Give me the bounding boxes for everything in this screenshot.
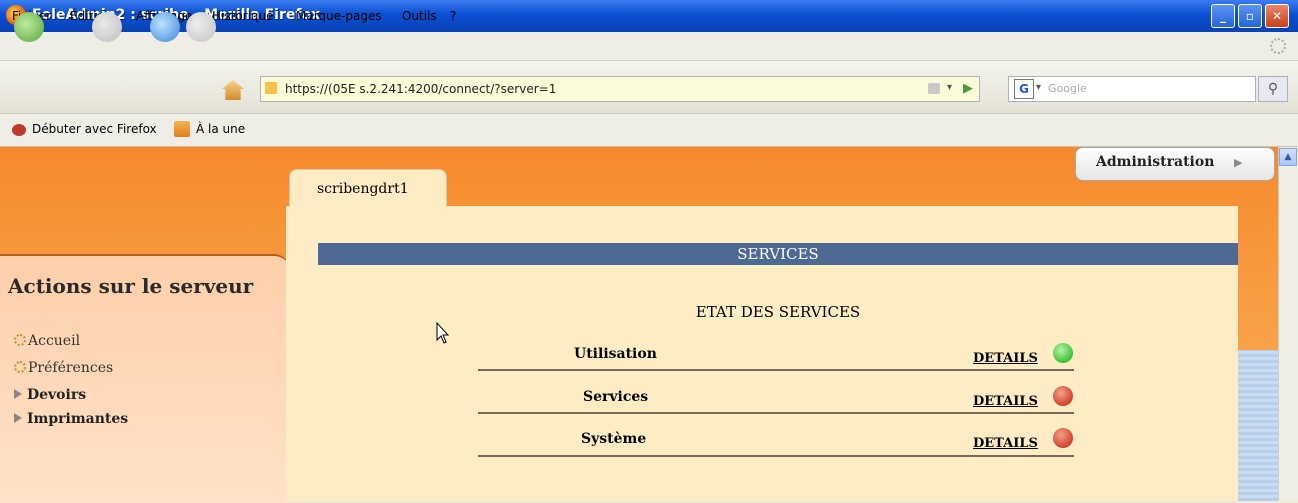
chevron-right-icon: ▶ [1234, 156, 1243, 169]
sidebar-section-label: Devoirs [27, 387, 87, 403]
gear-icon [14, 361, 26, 373]
bookmark-debuter[interactable]: Débuter avec Firefox [32, 122, 157, 136]
close-button[interactable]: ✕ [1265, 4, 1289, 28]
search-magnifier-icon[interactable]: ⚲ [1258, 76, 1288, 102]
url-text: https://(05E s.2.241:4200/connect/?serve… [285, 82, 557, 96]
rss-icon [174, 121, 190, 137]
bookmark-a-la-une[interactable]: À la une [196, 122, 245, 136]
details-link[interactable]: DETAILS [973, 394, 1038, 409]
gear-icon [14, 334, 26, 346]
services-subtitle: ETAT DES SERVICES [695, 303, 861, 321]
search-placeholder: Google [1048, 82, 1087, 95]
details-link[interactable]: DETAILS [973, 436, 1038, 451]
engine-dropdown-icon[interactable]: ▾ [1036, 82, 1041, 93]
forward-arrow-icon[interactable] [92, 12, 122, 42]
services-title: SERVICES [737, 245, 819, 263]
sidebar-item-label: Préférences [28, 360, 114, 376]
expand-arrow-icon [14, 389, 22, 399]
expand-arrow-icon [14, 413, 22, 423]
firefox-bookmark-icon [12, 124, 26, 136]
throbber-icon [1270, 38, 1286, 54]
sidebar-item-label: Accueil [28, 333, 81, 349]
row-divider [478, 412, 1074, 414]
sidebar-item-preferences[interactable]: Préférences [14, 360, 113, 376]
sidebar-title: Actions sur le serveur [8, 274, 254, 298]
stop-icon[interactable] [186, 12, 216, 42]
scroll-up-button[interactable]: ▲ [1279, 148, 1297, 166]
search-input[interactable] [1008, 76, 1256, 102]
menu-historique[interactable]: Historique [212, 9, 274, 23]
status-green-icon [1053, 343, 1073, 363]
sidebar-section-label: Imprimantes [27, 411, 129, 427]
service-name: Système [581, 431, 647, 447]
history-dropdown-icon[interactable]: ▾ [947, 82, 952, 93]
service-name: Services [583, 389, 649, 405]
row-divider [478, 455, 1074, 457]
mouse-cursor-icon [436, 322, 450, 344]
menu-outils[interactable]: Outils [402, 9, 437, 23]
tab-label: scribengdrt1 [317, 181, 409, 197]
go-arrow-icon[interactable]: ▶ [963, 81, 973, 96]
minimize-button[interactable]: _ [1211, 4, 1235, 28]
decorative-strip [1238, 350, 1278, 501]
menu-marque-pages[interactable]: Marque-pages [296, 9, 382, 23]
status-red-icon [1053, 428, 1073, 448]
details-link[interactable]: DETAILS [973, 351, 1038, 366]
sidebar-section-imprimantes[interactable]: Imprimantes [14, 411, 128, 427]
administration-label: Administration [1096, 154, 1215, 170]
google-engine-icon[interactable]: G [1014, 79, 1034, 99]
lock-icon[interactable] [928, 83, 940, 94]
vertical-scrollbar[interactable] [1278, 147, 1298, 501]
menu-help[interactable]: ? [450, 9, 456, 23]
reload-icon[interactable] [150, 12, 180, 42]
status-red-icon [1053, 386, 1073, 406]
bookmarks-toolbar [0, 114, 1298, 147]
maximize-button[interactable]: ▫ [1238, 4, 1262, 28]
site-icon [265, 82, 277, 94]
sidebar-item-accueil[interactable]: Accueil [14, 333, 80, 349]
row-divider [478, 369, 1074, 371]
service-name: Utilisation [574, 346, 657, 362]
sidebar-section-devoirs[interactable]: Devoirs [14, 387, 86, 403]
back-arrow-icon[interactable] [14, 12, 44, 42]
